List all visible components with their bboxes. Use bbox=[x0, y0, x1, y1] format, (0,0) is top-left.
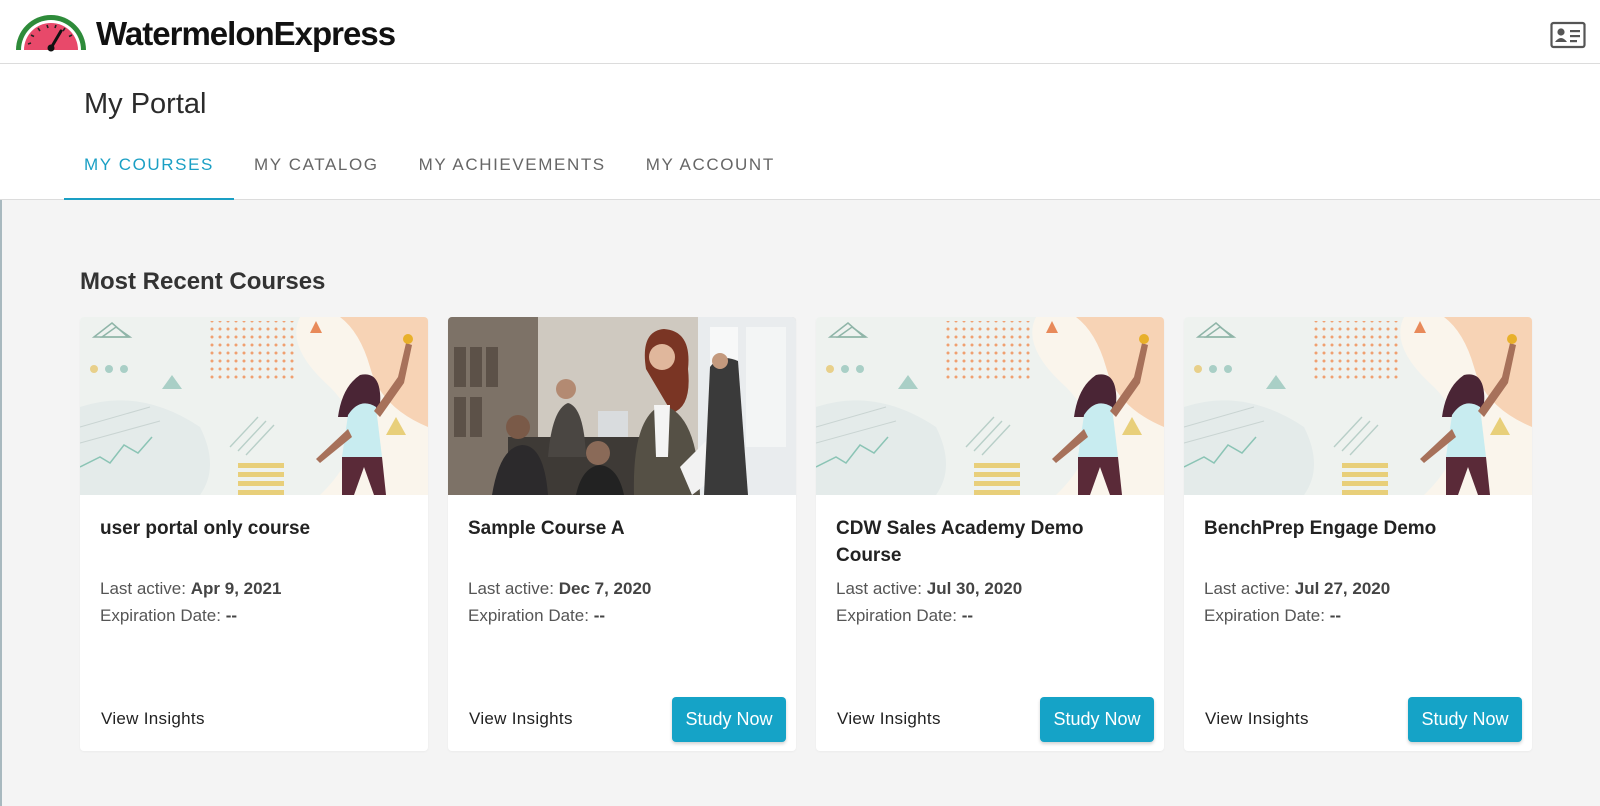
course-title[interactable]: Sample Course A bbox=[468, 515, 778, 542]
expiration-label: Expiration Date: bbox=[468, 606, 589, 625]
expiration-date: Expiration Date: -- bbox=[468, 606, 605, 626]
study-now-button[interactable]: Study Now bbox=[1408, 697, 1522, 742]
last-active: Last active: Apr 9, 2021 bbox=[100, 579, 281, 599]
view-insights-link[interactable]: View Insights bbox=[837, 709, 941, 729]
last-active-label: Last active: bbox=[468, 579, 554, 598]
course-title[interactable]: CDW Sales Academy Demo Course bbox=[836, 515, 1146, 569]
last-active-label: Last active: bbox=[1204, 579, 1290, 598]
expiration-date: Expiration Date: -- bbox=[836, 606, 973, 626]
course-title[interactable]: BenchPrep Engage Demo bbox=[1204, 515, 1514, 542]
last-active-label: Last active: bbox=[836, 579, 922, 598]
page-title: My Portal bbox=[84, 88, 207, 120]
expiration-value: -- bbox=[961, 606, 974, 625]
portal-header: My Portal MY COURSES MY CATALOG MY ACHIE… bbox=[0, 64, 1600, 200]
expiration-value: -- bbox=[593, 606, 606, 625]
last-active-value: Jul 27, 2020 bbox=[1294, 579, 1391, 598]
logo[interactable]: WatermelonExpress bbox=[14, 13, 396, 53]
course-image[interactable] bbox=[1184, 317, 1532, 495]
brand-name: WatermelonExpress bbox=[96, 14, 396, 52]
expiration-date: Expiration Date: -- bbox=[1204, 606, 1341, 626]
view-insights-link[interactable]: View Insights bbox=[1205, 709, 1309, 729]
last-active-label: Last active: bbox=[100, 579, 186, 598]
watermelon-speedometer-icon bbox=[16, 15, 86, 52]
expiration-date: Expiration Date: -- bbox=[100, 606, 237, 626]
tab-my-courses[interactable]: MY COURSES bbox=[64, 150, 234, 200]
view-insights-link[interactable]: View Insights bbox=[101, 709, 205, 729]
expiration-label: Expiration Date: bbox=[100, 606, 221, 625]
last-active: Last active: Jul 30, 2020 bbox=[836, 579, 1022, 599]
last-active: Last active: Jul 27, 2020 bbox=[1204, 579, 1390, 599]
course-card[interactable]: CDW Sales Academy Demo Course Last activ… bbox=[816, 317, 1164, 751]
tab-my-account[interactable]: MY ACCOUNT bbox=[626, 150, 795, 200]
study-now-button[interactable]: Study Now bbox=[672, 697, 786, 742]
last-active-value: Apr 9, 2021 bbox=[190, 579, 282, 598]
last-active: Last active: Dec 7, 2020 bbox=[468, 579, 651, 599]
course-title[interactable]: user portal only course bbox=[100, 515, 410, 542]
tab-my-achievements[interactable]: MY ACHIEVEMENTS bbox=[399, 150, 626, 200]
profile-card-icon[interactable] bbox=[1550, 20, 1586, 50]
course-image[interactable] bbox=[816, 317, 1164, 495]
view-insights-link[interactable]: View Insights bbox=[469, 709, 573, 729]
course-card[interactable]: user portal only course Last active: Apr… bbox=[80, 317, 428, 751]
course-image[interactable] bbox=[80, 317, 428, 495]
last-active-value: Dec 7, 2020 bbox=[558, 579, 652, 598]
last-active-value: Jul 30, 2020 bbox=[926, 579, 1023, 598]
study-now-button[interactable]: Study Now bbox=[1040, 697, 1154, 742]
tab-bar: MY COURSES MY CATALOG MY ACHIEVEMENTS MY… bbox=[64, 150, 795, 200]
expiration-value: -- bbox=[225, 606, 238, 625]
course-card[interactable]: BenchPrep Engage Demo Last active: Jul 2… bbox=[1184, 317, 1532, 751]
tab-my-catalog[interactable]: MY CATALOG bbox=[234, 150, 399, 200]
course-image[interactable] bbox=[448, 317, 796, 495]
expiration-label: Expiration Date: bbox=[1204, 606, 1325, 625]
section-title: Most Recent Courses bbox=[80, 268, 326, 295]
course-cards: user portal only course Last active: Apr… bbox=[80, 317, 1532, 751]
top-bar: WatermelonExpress bbox=[0, 0, 1600, 64]
course-card[interactable]: Sample Course A Last active: Dec 7, 2020… bbox=[448, 317, 796, 751]
expiration-value: -- bbox=[1329, 606, 1342, 625]
expiration-label: Expiration Date: bbox=[836, 606, 957, 625]
